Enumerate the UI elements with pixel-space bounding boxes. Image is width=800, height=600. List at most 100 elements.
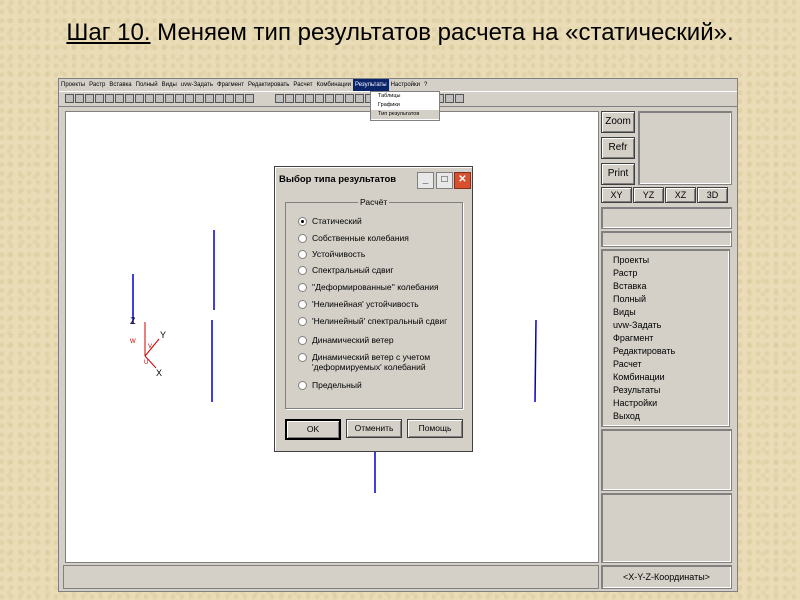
- toolbar-icon[interactable]: [355, 94, 364, 103]
- radio-button[interactable]: [298, 317, 307, 326]
- side-menu-item[interactable]: Результаты: [602, 384, 729, 397]
- toolbar-icon[interactable]: [345, 94, 354, 103]
- view-button-xz[interactable]: XZ: [665, 187, 696, 203]
- view-button-xy[interactable]: XY: [601, 187, 632, 203]
- dropdown-item[interactable]: Таблицы: [371, 92, 439, 101]
- menu-item[interactable]: Результаты: [352, 79, 389, 91]
- radio-label: 'Нелинейная' устойчивость: [312, 299, 419, 309]
- minimize-icon[interactable]: _: [417, 172, 434, 189]
- toolbar-icon[interactable]: [135, 94, 144, 103]
- side-menu-item[interactable]: Полный: [602, 293, 729, 306]
- axis-y-label: Y: [160, 330, 166, 340]
- radio-button[interactable]: [298, 336, 307, 345]
- print-button[interactable]: Print: [601, 163, 635, 185]
- refresh-button[interactable]: Refr: [601, 137, 635, 159]
- radio-label: Статический: [312, 216, 362, 226]
- side-menu-item[interactable]: Комбинации: [602, 371, 729, 384]
- cancel-button[interactable]: Отменить: [346, 419, 402, 438]
- radio-button[interactable]: [298, 381, 307, 390]
- side-menu-item[interactable]: Редактировать: [602, 345, 729, 358]
- radio-button[interactable]: [298, 234, 307, 243]
- maximize-icon[interactable]: □: [436, 172, 453, 189]
- axis-v-label: V: [148, 344, 152, 350]
- panel-box-3: [601, 429, 732, 491]
- radio-label: Динамический ветер с учетом 'деформируем…: [312, 352, 431, 372]
- menu-item[interactable]: Настройки: [389, 79, 422, 91]
- toolbar-icon[interactable]: [215, 94, 224, 103]
- radio-button[interactable]: [298, 266, 307, 275]
- side-menu-item[interactable]: Вставка: [602, 280, 729, 293]
- menu-item[interactable]: Расчет: [291, 79, 314, 91]
- radio-button[interactable]: [298, 283, 307, 292]
- toolbar-icon[interactable]: [165, 94, 174, 103]
- radio-button[interactable]: [298, 300, 307, 309]
- side-menu-item[interactable]: Виды: [602, 306, 729, 319]
- toolbar-icon[interactable]: [185, 94, 194, 103]
- side-menu-item[interactable]: uvw-Задать: [602, 319, 729, 332]
- radio-button[interactable]: [298, 250, 307, 259]
- menu-item[interactable]: Растр: [87, 79, 107, 91]
- side-menu-item[interactable]: Фрагмент: [602, 332, 729, 345]
- toolbar-icon[interactable]: [285, 94, 294, 103]
- dialog-title-bar[interactable]: Выбор типа результатов _ □ ✕: [277, 169, 471, 191]
- radio-label: 'Нелинейный' спектральный сдвиг: [312, 316, 448, 326]
- zoom-button[interactable]: Zoom: [601, 111, 635, 133]
- toolbar-icon[interactable]: [455, 94, 464, 103]
- side-menu-item[interactable]: Растр: [602, 267, 729, 280]
- side-menu-item[interactable]: Настройки: [602, 397, 729, 410]
- dropdown-item[interactable]: Графики: [371, 101, 439, 110]
- menu-item[interactable]: uvw-Задать: [179, 79, 215, 91]
- toolbar-icon[interactable]: [305, 94, 314, 103]
- menu-item[interactable]: Виды: [160, 79, 179, 91]
- close-icon[interactable]: ✕: [454, 172, 471, 189]
- toolbar-icon[interactable]: [175, 94, 184, 103]
- slide-title: Шаг 10. Меняем тип результатов расчета н…: [40, 18, 760, 48]
- toolbar-icon[interactable]: [95, 94, 104, 103]
- toolbar-icon[interactable]: [225, 94, 234, 103]
- toolbar-icon[interactable]: [85, 94, 94, 103]
- radio-label: Динамический ветер: [312, 335, 394, 345]
- toolbar-icon[interactable]: [295, 94, 304, 103]
- toolbar-icon[interactable]: [65, 94, 74, 103]
- toolbar-icon[interactable]: [275, 94, 284, 103]
- menu-item[interactable]: Фрагмент: [215, 79, 246, 91]
- ok-button[interactable]: OK: [285, 419, 341, 440]
- menu-item[interactable]: Редактировать: [246, 79, 291, 91]
- radio-button[interactable]: [298, 217, 307, 226]
- menu-item[interactable]: Комбинации: [315, 79, 353, 91]
- side-menu-item[interactable]: Проекты: [602, 254, 729, 267]
- side-menu-item[interactable]: Расчет: [602, 358, 729, 371]
- toolbar-icon[interactable]: [145, 94, 154, 103]
- axis-w-label: W: [130, 339, 136, 345]
- toolbar-icon[interactable]: [325, 94, 334, 103]
- view-buttons: XY YZ XZ 3D: [601, 187, 731, 203]
- toolbar-icon[interactable]: [115, 94, 124, 103]
- menu-item[interactable]: ?: [422, 79, 429, 91]
- toolbar-icon[interactable]: [235, 94, 244, 103]
- toolbar-icon[interactable]: [105, 94, 114, 103]
- toolbar-icon[interactable]: [245, 94, 254, 103]
- toolbar-icon[interactable]: [75, 94, 84, 103]
- member-line[interactable]: [534, 319, 537, 403]
- info-box-2: [601, 231, 732, 247]
- result-type-dialog: Выбор типа результатов _ □ ✕ Расчёт Стат…: [274, 166, 473, 452]
- help-button[interactable]: Помощь: [407, 419, 463, 438]
- side-menu-item[interactable]: Выход: [602, 410, 729, 423]
- info-box: [601, 207, 732, 229]
- toolbar-icon[interactable]: [195, 94, 204, 103]
- view-button-3d[interactable]: 3D: [697, 187, 728, 203]
- toolbar-icon[interactable]: [445, 94, 454, 103]
- menu-item[interactable]: Полный: [134, 79, 160, 91]
- toolbar-icon[interactable]: [205, 94, 214, 103]
- menu-item[interactable]: Проекты: [59, 79, 87, 91]
- axis-u-label: U: [144, 360, 148, 366]
- view-button-yz[interactable]: YZ: [633, 187, 664, 203]
- menu-item[interactable]: Вставка: [107, 79, 133, 91]
- toolbar-icon[interactable]: [335, 94, 344, 103]
- toolbar-icon[interactable]: [155, 94, 164, 103]
- dropdown-item[interactable]: Тип результатов: [371, 110, 439, 119]
- toolbar-icon[interactable]: [315, 94, 324, 103]
- side-menu: Проекты Растр Вставка Полный Виды uvw-Задать Ф…: [601, 249, 730, 427]
- toolbar-icon[interactable]: [125, 94, 134, 103]
- radio-button[interactable]: [298, 353, 307, 362]
